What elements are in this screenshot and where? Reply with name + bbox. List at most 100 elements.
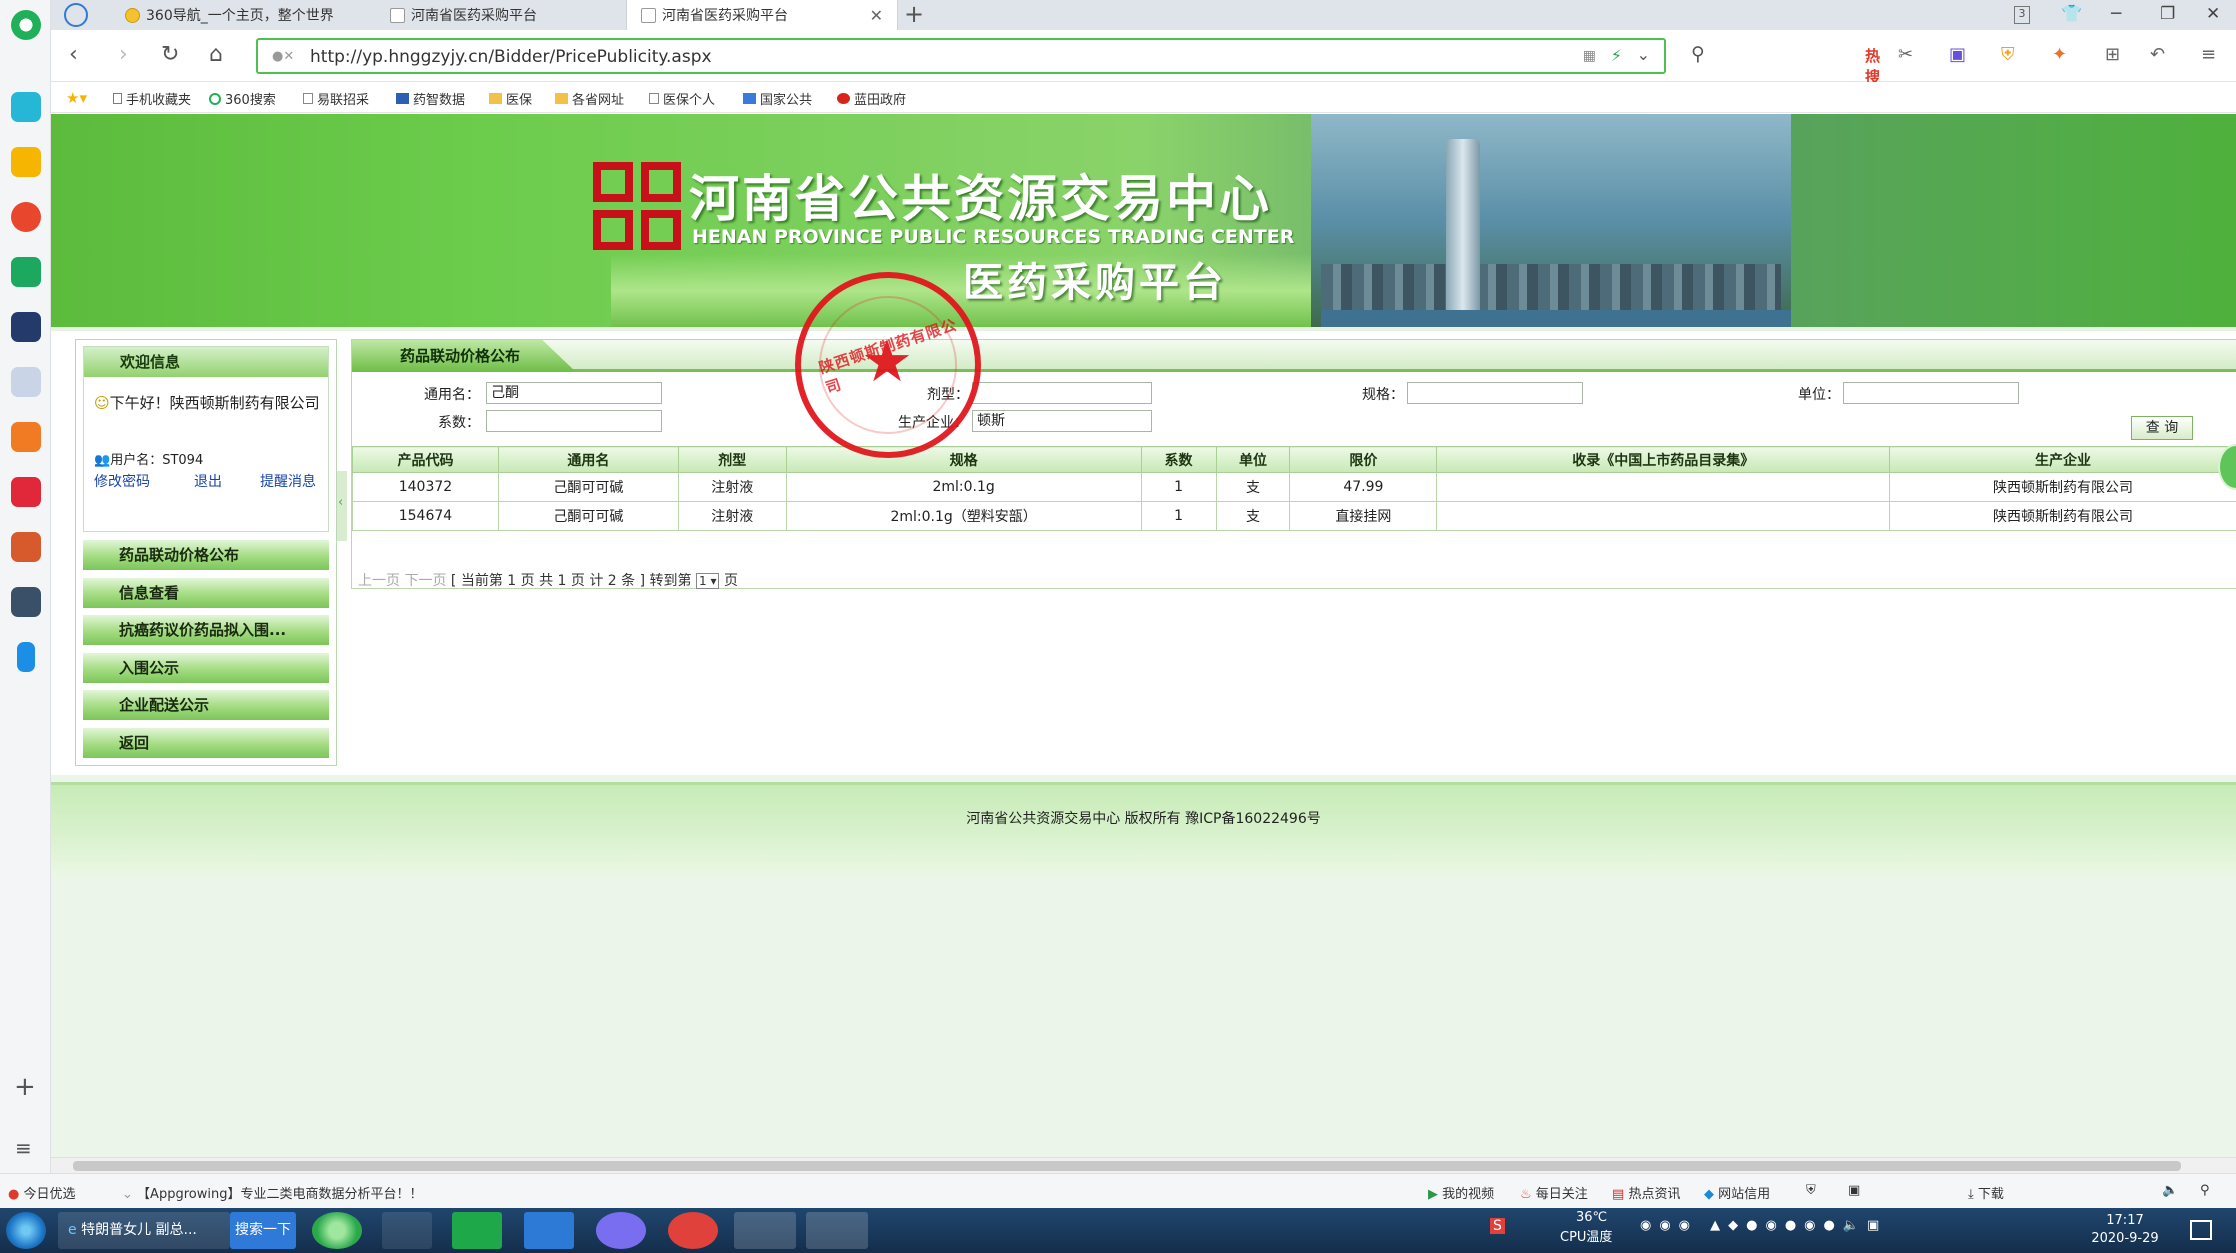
search-box[interactable]: ⚲ 热搜 xyxy=(1635,38,1880,86)
col-product-code[interactable]: 产品代码 xyxy=(352,446,499,473)
status-zoom-icon[interactable]: ⚲ xyxy=(2200,1183,2210,1198)
taskbar-ie-item[interactable]: e 特朗普女儿 副总... xyxy=(58,1212,230,1249)
taskbar-clock[interactable]: 17:17 2020-9-29 xyxy=(2080,1212,2170,1248)
game-center-icon[interactable]: ✦ xyxy=(2052,44,2067,65)
menu-item-shortlist[interactable]: 入围公示 xyxy=(83,652,329,683)
menu-item-info-view[interactable]: 信息查看 xyxy=(83,577,329,608)
table-row[interactable]: 140372 己酮可可碱 注射液 2ml:0.1g 1 支 47.99 陕西顿斯… xyxy=(352,472,2236,502)
start-button-icon[interactable] xyxy=(6,1212,46,1249)
translate-icon[interactable]: ▣ xyxy=(1949,44,1966,65)
menu-item-anticancer[interactable]: 抗癌药议价药品拟入围... xyxy=(83,615,329,645)
taskbar-app-icon[interactable] xyxy=(806,1212,868,1249)
logout-link[interactable]: 退出 xyxy=(194,471,222,491)
col-generic-name[interactable]: 通用名 xyxy=(497,446,679,473)
game-icon[interactable] xyxy=(11,532,41,562)
col-unit[interactable]: 单位 xyxy=(1215,446,1291,473)
goto-page-select[interactable]: 1 ▾ xyxy=(696,573,720,589)
status-my-video[interactable]: ▶ 我的视频 xyxy=(1428,1183,1494,1202)
taskbar-cloud-icon[interactable] xyxy=(596,1212,646,1249)
col-spec[interactable]: 规格 xyxy=(785,446,1142,473)
spec-input[interactable] xyxy=(1407,382,1583,404)
menu-item-price-publicity[interactable]: 药品联动价格公布 xyxy=(83,540,329,570)
menu-lines-icon[interactable]: ≡ xyxy=(15,1136,32,1160)
search-icon[interactable]: ⚲ xyxy=(1691,43,1705,65)
taskbar-writer-icon[interactable] xyxy=(524,1212,574,1249)
status-hot-news[interactable]: ▤ 热点资讯 xyxy=(1612,1183,1680,1202)
document-icon[interactable] xyxy=(11,367,41,397)
taskbar-explorer-icon[interactable] xyxy=(734,1212,796,1249)
lightning-icon[interactable]: ⚡ xyxy=(1611,46,1622,65)
undo-icon[interactable]: ↶ xyxy=(2150,44,2165,65)
pay-icon[interactable] xyxy=(17,642,35,672)
taskbar-search-button[interactable]: 搜索一下 xyxy=(230,1212,296,1249)
col-manufacturer[interactable]: 生产企业 xyxy=(1889,446,2236,473)
col-catalog[interactable]: 收录《中国上市药品目录集》 xyxy=(1436,446,1891,473)
new-tab-icon[interactable]: + xyxy=(904,0,924,28)
sidebar-collapse-handle[interactable]: ‹ xyxy=(337,471,347,541)
dosage-input[interactable] xyxy=(972,382,1152,404)
close-tab-icon[interactable]: ✕ xyxy=(870,6,883,25)
bookmark-mobile[interactable]: 手机收藏夹 xyxy=(113,89,191,108)
unit-input[interactable] xyxy=(1843,382,2019,404)
query-button[interactable]: 查 询 xyxy=(2131,416,2193,440)
col-dosage[interactable]: 剂型 xyxy=(677,446,787,473)
menu-icon[interactable]: ≡ xyxy=(2201,44,2216,65)
home-icon[interactable]: ⌂ xyxy=(209,42,223,67)
360-browser-logo-icon[interactable] xyxy=(11,10,41,40)
tray-icons[interactable]: ◉◉◉ ▲◆●◉●◉●🔈▣ xyxy=(1640,1218,1887,1233)
weibo-icon[interactable] xyxy=(11,202,41,232)
taskbar-360-icon[interactable] xyxy=(312,1212,362,1249)
prev-page-link[interactable]: 上一页 xyxy=(358,573,400,589)
menu-item-back[interactable]: 返回 xyxy=(83,727,329,758)
taskbar-pdf-icon[interactable] xyxy=(668,1212,718,1249)
manufacturer-input[interactable]: 顿斯 xyxy=(972,410,1152,432)
generic-name-input[interactable]: 己酮 xyxy=(486,382,662,404)
horizontal-scrollbar[interactable] xyxy=(51,1157,2236,1173)
bookmark-lantian[interactable]: 蓝田政府 xyxy=(837,89,906,108)
reminder-link[interactable]: 提醒消息 xyxy=(260,471,316,491)
tab-360-navigation[interactable]: 360导航_一个主页，整个世界 xyxy=(111,0,371,30)
back-icon[interactable]: ‹ xyxy=(69,42,78,67)
status-image-icon[interactable]: ▣ xyxy=(1848,1183,1860,1198)
grid-icon[interactable]: ⊞ xyxy=(2105,44,2120,65)
bookmark-national[interactable]: 国家公共 xyxy=(743,89,812,108)
scrollbar-thumb[interactable] xyxy=(73,1161,2181,1171)
tab-count-badge[interactable]: 3 xyxy=(2014,6,2030,24)
status-daily-focus[interactable]: ♨ 每日关注 xyxy=(1520,1183,1588,1202)
bookmark-yibao[interactable]: 医保 xyxy=(489,89,532,108)
favorites-star-icon[interactable] xyxy=(11,147,41,177)
skin-icon[interactable]: 👕 xyxy=(2061,4,2082,24)
bookmark-star-icon[interactable]: ★▾ xyxy=(66,89,87,107)
shield-icon[interactable]: ⛨ xyxy=(2001,44,2015,65)
today-picks[interactable]: ● 今日优选 xyxy=(8,1183,76,1202)
status-shield-icon[interactable]: ⛨ xyxy=(1806,1183,1816,1198)
taskbar-sheets-icon[interactable] xyxy=(452,1212,502,1249)
hot-search-label[interactable]: 热搜 xyxy=(1865,45,1880,87)
restore-icon[interactable]: ❐ xyxy=(2160,4,2175,24)
menu-item-delivery[interactable]: 企业配送公示 xyxy=(83,690,329,720)
address-bar[interactable]: ●✕ http://yp.hnggzyjy.cn/Bidder/PricePub… xyxy=(256,38,1666,74)
minimize-icon[interactable]: ─ xyxy=(2111,4,2121,24)
tab-price-publicity[interactable]: 药品联动价格公布 xyxy=(352,340,576,372)
change-password-link[interactable]: 修改密码 xyxy=(94,471,150,491)
col-price-limit[interactable]: 限价 xyxy=(1289,446,1438,473)
add-icon[interactable]: + xyxy=(14,1072,36,1102)
col-coefficient[interactable]: 系数 xyxy=(1140,446,1217,473)
table-row[interactable]: 154674 己酮可可碱 注射液 2ml:0.1g（塑料安瓿） 1 支 直接挂网… xyxy=(352,501,2236,531)
status-sound-icon[interactable]: 🔈 xyxy=(2162,1183,2178,1198)
taskbar-paint-icon[interactable] xyxy=(382,1212,432,1249)
scissors-icon[interactable]: ✂ xyxy=(1898,44,1913,65)
reload-icon[interactable]: ↻ xyxy=(161,42,179,67)
close-window-icon[interactable]: ✕ xyxy=(2206,4,2220,24)
app-icon[interactable] xyxy=(11,92,41,122)
bookmark-yaozhi[interactable]: 药智数据 xyxy=(396,89,465,108)
status-site-credit[interactable]: ◆ 网站信用 xyxy=(1704,1183,1770,1202)
forward-icon[interactable]: › xyxy=(119,42,128,67)
video-icon[interactable] xyxy=(11,477,41,507)
tab-henan-medical-2[interactable]: 河南省医药采购平台 ✕ xyxy=(626,0,898,30)
next-page-link[interactable]: 下一页 xyxy=(404,573,446,589)
status-download[interactable]: ⤓ 下载 xyxy=(1968,1183,2004,1202)
navigation-arrow-icon[interactable] xyxy=(64,3,88,27)
shopping-icon[interactable] xyxy=(11,422,41,452)
game2-icon[interactable] xyxy=(11,587,41,617)
